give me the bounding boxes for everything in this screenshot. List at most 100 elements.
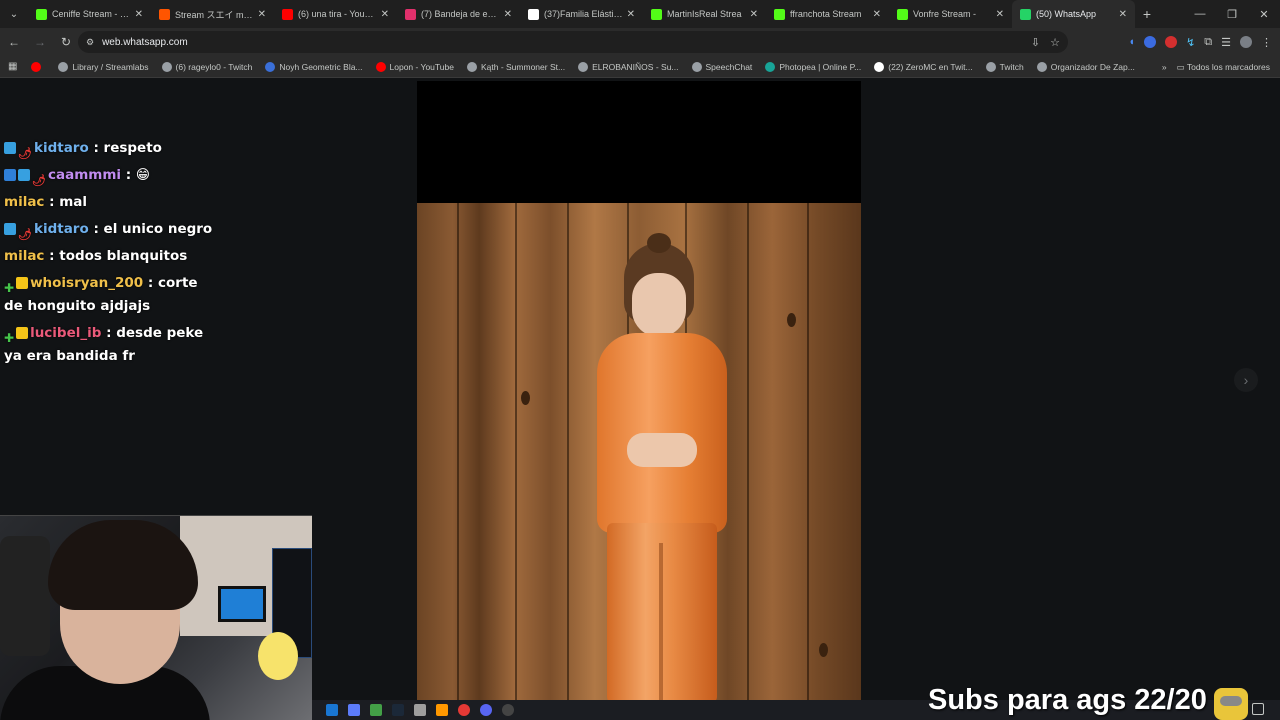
bookmark-label: ELROBANIÑOS - Su... xyxy=(592,61,679,72)
tab-7[interactable]: Vonfre Stream - ✕ xyxy=(889,0,1012,28)
chat-text: : todos blanquitos xyxy=(49,248,188,264)
bookmark-item[interactable] xyxy=(31,61,45,72)
tab-close-icon[interactable]: ✕ xyxy=(381,9,389,20)
tab-close-icon[interactable]: ✕ xyxy=(258,9,266,20)
bookmark-label: Kąth - Summoner St... xyxy=(480,61,566,72)
bookmark-label: Lopon - YouTube xyxy=(389,61,454,72)
minimize-button[interactable]: — xyxy=(1184,0,1216,28)
bookmark-item[interactable]: Lopon - YouTube xyxy=(375,61,454,72)
tab-close-icon[interactable]: ✕ xyxy=(996,9,1004,20)
bookmark-favicon-icon xyxy=(578,61,589,72)
bookmark-item[interactable]: Noyh Geometric Bla... xyxy=(265,61,363,72)
bookmark-star-icon[interactable]: ☆ xyxy=(1050,36,1060,49)
tab-close-icon[interactable]: ✕ xyxy=(504,9,512,20)
bookmark-favicon-icon xyxy=(985,61,996,72)
taskbar-app-icon[interactable] xyxy=(348,704,360,716)
bookmark-item[interactable]: Organizador De Zap... xyxy=(1036,61,1135,72)
chat-message: milac : mal xyxy=(4,191,214,214)
taskbar-app-icon[interactable] xyxy=(370,704,382,716)
tab-close-icon[interactable]: ✕ xyxy=(627,9,635,20)
photo-image[interactable] xyxy=(417,203,861,701)
tab-4[interactable]: (37)Familia Elástica: ✕ xyxy=(520,0,643,28)
bookmark-item[interactable]: (22) ZeroMC en Twit... xyxy=(874,61,973,72)
chrome-icon[interactable] xyxy=(458,704,470,716)
browser-toolbar: ← → ↻ ⚙ web.whatsapp.com ⇩ ☆ xyxy=(0,28,1280,56)
bookmark-item[interactable]: Photopea | Online P... xyxy=(765,61,861,72)
more-bookmarks-icon[interactable]: » xyxy=(1162,62,1167,72)
folder-icon: ▭ xyxy=(1176,61,1185,72)
extension-4-icon[interactable]: ↯ xyxy=(1186,36,1195,49)
back-button[interactable]: ← xyxy=(2,30,26,54)
bookmark-label: Organizador De Zap... xyxy=(1050,61,1135,72)
reading-list-icon[interactable]: ☰ xyxy=(1221,36,1231,49)
tab-1[interactable]: Stream スエイ music | ✕ xyxy=(151,0,274,28)
chat-username: lucibel_ib xyxy=(30,325,102,341)
bookmark-favicon-icon xyxy=(1036,61,1047,72)
tab-2[interactable]: (6) una tira - YouTube ✕ xyxy=(274,0,397,28)
cube-badge-icon xyxy=(18,169,30,181)
bookmark-item[interactable]: Twitch xyxy=(985,61,1024,72)
media-viewer xyxy=(417,81,861,701)
tab-close-icon[interactable]: ✕ xyxy=(135,9,143,20)
chat-message: milac : todos blanquitos xyxy=(4,245,214,268)
taskbar-app-icon[interactable] xyxy=(414,704,426,716)
install-app-icon[interactable]: ⇩ xyxy=(1031,36,1040,49)
chat-username: kidtaro xyxy=(33,140,89,156)
tab-label: (37)Familia Elástica: xyxy=(544,9,623,19)
bookmarks-bar: ▦ Library / Streamlabs (6) rageylo0 - Twi… xyxy=(0,56,1280,78)
extension-2-icon[interactable] xyxy=(1144,36,1157,48)
obs-icon[interactable] xyxy=(502,704,514,716)
tab-search-button[interactable]: ⌄ xyxy=(0,0,28,28)
discord-icon[interactable] xyxy=(480,704,492,716)
bookmark-favicon-icon xyxy=(31,61,42,72)
forward-button[interactable]: → xyxy=(28,30,52,54)
apps-grid-icon[interactable]: ▦ xyxy=(8,61,17,72)
steam-icon[interactable] xyxy=(392,704,404,716)
kick-icon xyxy=(774,8,785,20)
extensions-puzzle-icon[interactable]: ⧉ xyxy=(1204,36,1212,49)
bookmark-item[interactable]: SpeechChat xyxy=(691,61,752,72)
cube-badge-icon xyxy=(4,223,16,235)
minion-emote-icon xyxy=(1214,688,1248,720)
site-info-icon[interactable]: ⚙ xyxy=(86,37,94,48)
tab-8[interactable]: (50) WhatsApp ✕ xyxy=(1012,0,1135,28)
extension-3-icon[interactable] xyxy=(1165,36,1178,48)
tab-close-icon[interactable]: ✕ xyxy=(1119,9,1127,20)
notification-icon[interactable] xyxy=(1252,703,1264,715)
tab-5[interactable]: MartinIsReal Strea ✕ xyxy=(643,0,766,28)
chat-username: milac xyxy=(4,248,45,264)
bookmark-label: (6) rageylo0 - Twitch xyxy=(175,61,253,72)
new-tab-button[interactable]: + xyxy=(1135,0,1159,28)
profile-avatar[interactable] xyxy=(1240,36,1252,48)
chat-message: 🌶 kidtaro : el unico negro xyxy=(4,218,214,241)
bookmark-item[interactable]: Library / Streamlabs xyxy=(58,61,149,72)
window-controls: — ❐ ✕ xyxy=(1184,0,1280,28)
restore-button[interactable]: ❐ xyxy=(1216,0,1248,28)
bookmark-label: Twitch xyxy=(999,61,1024,72)
chat-username: whoisryan_200 xyxy=(30,275,144,291)
taskbar-app-icon[interactable] xyxy=(436,704,448,716)
close-window-button[interactable]: ✕ xyxy=(1248,0,1280,28)
reload-button[interactable]: ↻ xyxy=(54,30,78,54)
tab-close-icon[interactable]: ✕ xyxy=(750,9,758,20)
tab-close-icon[interactable]: ✕ xyxy=(873,9,881,20)
tab-3[interactable]: (7) Bandeja de entrad ✕ xyxy=(397,0,520,28)
chat-text: : el unico negro xyxy=(93,221,213,237)
bookmark-item[interactable]: ELROBANIÑOS - Su... xyxy=(578,61,679,72)
address-bar[interactable]: ⚙ web.whatsapp.com ⇩ ☆ xyxy=(78,31,1068,53)
crown-badge-icon xyxy=(16,327,29,339)
tab-0[interactable]: Ceniffe Stream - Watc ✕ xyxy=(28,0,151,28)
tab-6[interactable]: ffranchota Stream ✕ xyxy=(766,0,889,28)
next-media-button[interactable]: › xyxy=(1234,368,1258,392)
bookmark-item[interactable]: Kąth - Summoner St... xyxy=(466,61,566,72)
chat-text: : mal xyxy=(49,194,88,210)
tab-strip: ⌄ Ceniffe Stream - Watc✕Stream スエイ music… xyxy=(0,0,1280,28)
menu-kebab-icon[interactable]: ⋮ xyxy=(1261,36,1272,49)
bookmark-item[interactable]: (6) rageylo0 - Twitch xyxy=(161,61,253,72)
bookmark-list: Library / Streamlabs (6) rageylo0 - Twitc… xyxy=(31,61,1147,72)
chat-message: ✚ lucibel_ib : desde peke ya era bandida … xyxy=(4,322,214,368)
extension-1-icon[interactable]: ◖ xyxy=(1128,36,1135,48)
tab-label: (7) Bandeja de entrad xyxy=(421,9,500,19)
all-bookmarks-folder[interactable]: ▭ Todos los marcadores xyxy=(1177,62,1270,73)
outlook-icon[interactable] xyxy=(326,704,338,716)
